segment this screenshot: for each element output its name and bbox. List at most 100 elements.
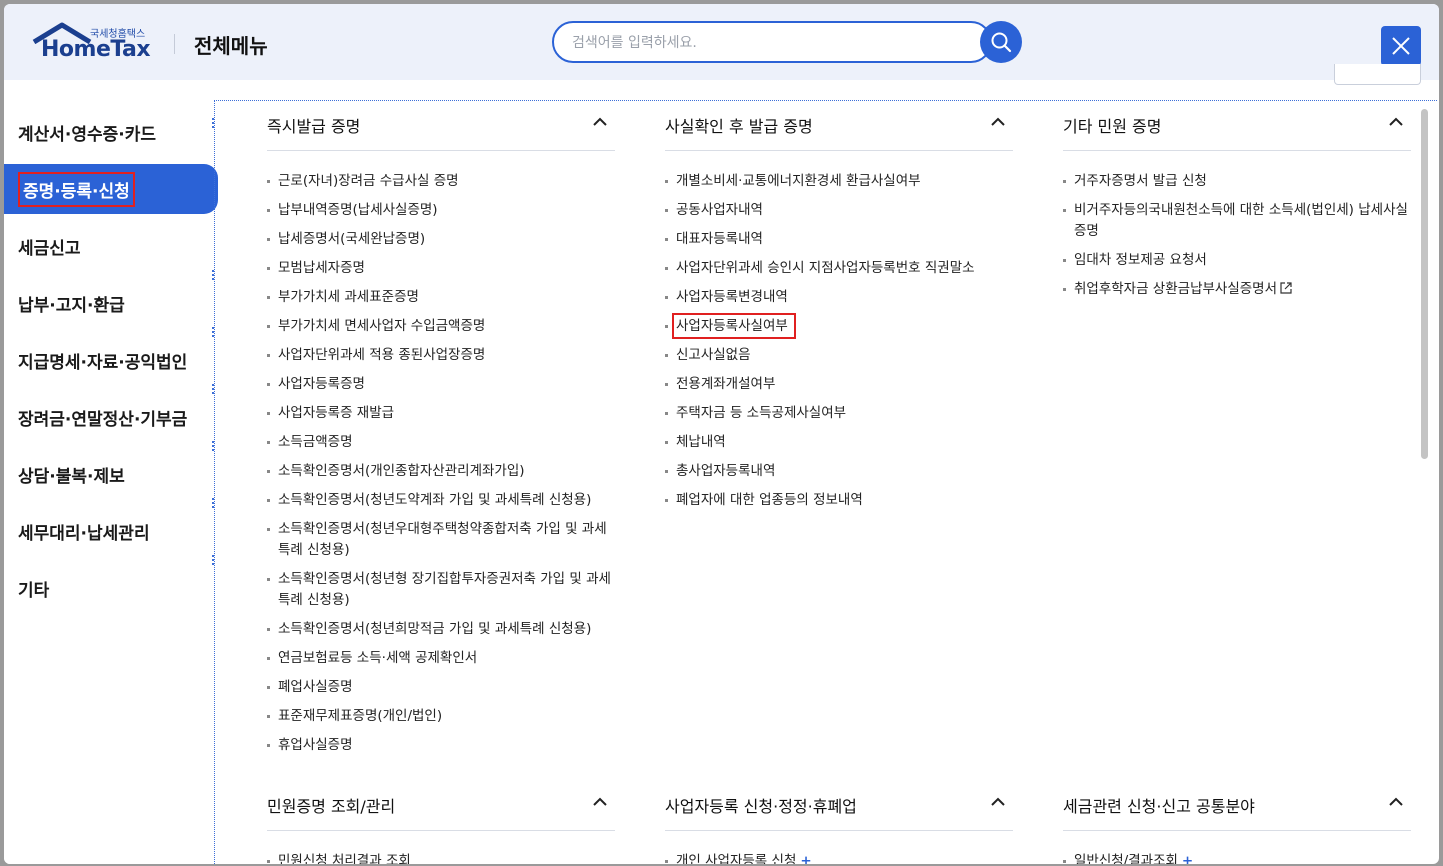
menu-link-label: 총사업자등록내역 [676,463,776,479]
menu-link[interactable]: 모범납세자증명 [267,258,615,279]
menu-link[interactable]: 임대차 정보제공 요청서 [1063,250,1411,271]
menu-link[interactable]: 연금보험료등 소득·세액 공제확인서 [267,648,615,669]
chevron-up-icon[interactable] [593,797,607,807]
menu-link[interactable]: 취업후학자금 상환금납부사실증명서 [1063,279,1411,300]
menu-link[interactable]: 휴업사실증명 [267,735,615,756]
menu-link-label: 취업후학자금 상환금납부사실증명서 [1074,281,1278,297]
sidebar-item-label: 장려금·연말정산·기부금 [18,409,188,430]
sidebar-item-certificate[interactable]: 증명·등록·신청 [4,164,218,214]
menu-link-label: 사업자단위과세 적용 종된사업장증명 [278,347,486,363]
menu-link[interactable]: 주택자금 등 소득공제사실여부 [665,403,1013,424]
menu-link[interactable]: 개별소비세·교통에너지환경세 환급사실여부 [665,171,1013,192]
section-header[interactable]: 민원증명 조회/관리 [267,781,615,831]
menu-link[interactable]: 소득확인증명서(청년도약계좌 가입 및 과세특례 신청용) [267,490,615,511]
search-icon [991,32,1012,53]
menu-link-label: 모범납세자증명 [278,260,365,276]
menu-link[interactable]: 대표자등록내역 [665,229,1013,250]
menu-link[interactable]: 개인 사업자등록 신청 + [665,851,1013,864]
section-header[interactable]: 세금관련 신청·신고 공통분야 [1063,781,1411,831]
section-header[interactable]: 기타 민원 증명 [1063,101,1411,151]
section-title: 사실확인 후 발급 증명 [665,117,813,136]
sidebar-item-tax-report[interactable]: 세금신고 [4,222,218,270]
sidebar-item-label: 납부·고지·환급 [18,295,125,316]
close-icon [1392,37,1410,55]
menu-link-label: 개인 사업자등록 신청 [676,853,797,864]
menu-link[interactable]: 공동사업자내역 [665,200,1013,221]
section-links: 근로(자녀)장려금 수급사실 증명 납부내역증명(납세사실증명) 납세증명서(국… [267,171,615,756]
chevron-up-icon[interactable] [593,117,607,127]
plus-icon: + [800,853,812,864]
menu-link-label: 임대차 정보제공 요청서 [1074,252,1207,268]
menu-link[interactable]: 거주자증명서 발급 신청 [1063,171,1411,192]
sidebar-item-label: 세금신고 [18,238,81,259]
header-divider [174,34,175,54]
menu-link[interactable]: 부가가치세 과세표준증명 [267,287,615,308]
hometax-logo[interactable]: 국세청홈택스 HomeTax [32,22,154,64]
chevron-up-icon[interactable] [991,117,1005,127]
menu-link[interactable]: 사업자단위과세 승인시 지점사업자등록번호 직권말소 [665,258,1013,279]
menu-link[interactable]: 사업자등록변경내역 [665,287,1013,308]
sidebar-item-label: 세무대리·납세관리 [18,523,150,544]
hidden-tab[interactable] [1334,64,1421,85]
menu-link[interactable]: 폐업자에 대한 업종등의 정보내역 [665,490,1013,511]
menu-link-highlighted[interactable]: 사업자등록사실여부 [665,313,1013,339]
sidebar-item-consult[interactable]: 상담·불복·제보 [4,450,218,498]
menu-link[interactable]: 전용계좌개설여부 [665,374,1013,395]
section-title: 기타 민원 증명 [1063,117,1162,136]
menu-link[interactable]: 총사업자등록내역 [665,461,1013,482]
menu-link-label: 사업자등록증명 [278,376,365,392]
section-common-application: 세금관련 신청·신고 공통분야 일반신청/결과조회 + [1063,781,1411,864]
sidebar-item-etc[interactable]: 기타 [4,564,218,612]
section-other-certificate: 기타 민원 증명 거주자증명서 발급 신청 비거주자등의국내원천소득에 대한 소… [1063,101,1411,308]
menu-link[interactable]: 체납내역 [665,432,1013,453]
chevron-up-icon[interactable] [1389,797,1403,807]
menu-link[interactable]: 납세증명서(국세완납증명) [267,229,615,250]
menu-link-label: 소득확인증명서(청년우대형주택청약종합저축 가입 및 과세특례 신청용) [278,521,607,558]
menu-link[interactable]: 표준재무제표증명(개인/법인) [267,706,615,727]
sidebar-item-statement[interactable]: 지급명세·자료·공익법인 [4,336,218,384]
menu-link-label: 주택자금 등 소득공제사실여부 [676,405,847,421]
menu-link-label: 근로(자녀)장려금 수급사실 증명 [278,173,459,189]
sidebar-item-invoice[interactable]: 계산서·영수증·카드 [4,108,218,156]
section-title: 사업자등록 신청·정정·휴폐업 [665,797,857,816]
menu-link[interactable]: 일반신청/결과조회 + [1063,851,1411,864]
menu-link[interactable]: 사업자등록증명 [267,374,615,395]
section-links: 거주자증명서 발급 신청 비거주자등의국내원천소득에 대한 소득세(법인세) 납… [1063,171,1411,300]
menu-link[interactable]: 근로(자녀)장려금 수급사실 증명 [267,171,615,192]
menu-link[interactable]: 민원신청 처리결과 조회 [267,851,615,864]
menu-link-label: 소득확인증명서(청년형 장기집합투자증권저축 가입 및 과세특례 신청용) [278,571,611,608]
menu-link-label: 소득금액증명 [278,434,353,450]
menu-link[interactable]: 납부내역증명(납세사실증명) [267,200,615,221]
section-header[interactable]: 사실확인 후 발급 증명 [665,101,1013,151]
menu-link[interactable]: 소득확인증명서(청년희망적금 가입 및 과세특례 신청용) [267,619,615,640]
menu-link[interactable]: 사업자단위과세 적용 종된사업장증명 [267,345,615,366]
menu-link[interactable]: 소득확인증명서(개인종합자산관리계좌가입) [267,461,615,482]
scrollbar-thumb[interactable] [1421,109,1428,459]
menu-link-label: 소득확인증명서(청년희망적금 가입 및 과세특례 신청용) [278,621,592,637]
close-button[interactable] [1381,26,1421,66]
sidebar-item-label: 상담·불복·제보 [18,466,125,487]
sidebar-item-payment[interactable]: 납부·고지·환급 [4,279,218,327]
section-header[interactable]: 사업자등록 신청·정정·휴폐업 [665,781,1013,831]
menu-link[interactable]: 소득금액증명 [267,432,615,453]
search-button[interactable] [980,21,1022,63]
section-links: 민원신청 처리결과 조회 [267,851,615,864]
menu-link[interactable]: 폐업사실증명 [267,677,615,698]
menu-link-label: 부가가치세 면세사업자 수입금액증명 [278,318,486,334]
sidebar-item-agent[interactable]: 세무대리·납세관리 [4,507,218,555]
menu-link[interactable]: 부가가치세 면세사업자 수입금액증명 [267,316,615,337]
chevron-up-icon[interactable] [991,797,1005,807]
search-input[interactable] [572,32,972,54]
menu-link[interactable]: 사업자등록증 재발급 [267,403,615,424]
section-header[interactable]: 즉시발급 증명 [267,101,615,151]
menu-link-label: 소득확인증명서(개인종합자산관리계좌가입) [278,463,525,479]
sidebar-item-incentive[interactable]: 장려금·연말정산·기부금 [4,393,218,441]
menu-link-label: 비거주자등의국내원천소득에 대한 소득세(법인세) 납세사실증명 [1074,202,1408,239]
chevron-up-icon[interactable] [1389,117,1403,127]
menu-link[interactable]: 소득확인증명서(청년우대형주택청약종합저축 가입 및 과세특례 신청용) [267,519,615,561]
menu-link[interactable]: 비거주자등의국내원천소득에 대한 소득세(법인세) 납세사실증명 [1063,200,1411,242]
menu-content: 즉시발급 증명 근로(자녀)장려금 수급사실 증명 납부내역증명(납세사실증명)… [214,100,1437,864]
menu-link[interactable]: 신고사실없음 [665,345,1013,366]
menu-link[interactable]: 소득확인증명서(청년형 장기집합투자증권저축 가입 및 과세특례 신청용) [267,569,615,611]
menu-link-label: 소득확인증명서(청년도약계좌 가입 및 과세특례 신청용) [278,492,592,508]
